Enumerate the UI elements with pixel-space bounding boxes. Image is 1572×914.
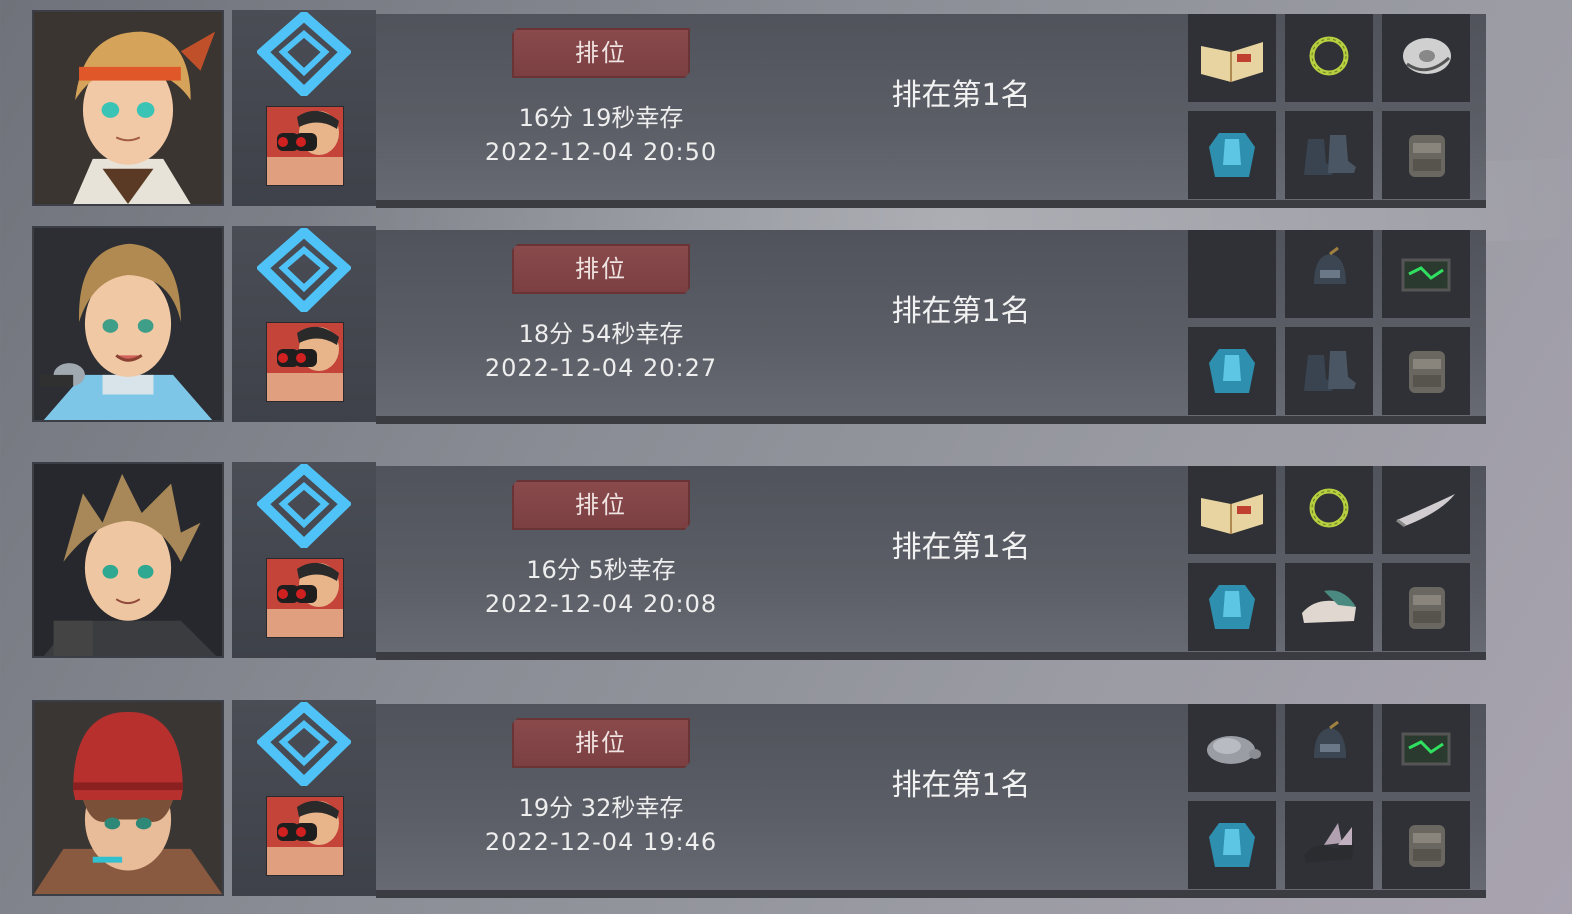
item-slot[interactable] <box>1188 466 1276 554</box>
equipment-grid <box>1188 704 1478 890</box>
match-record[interactable]: 排位 18分 54秒幸存 2022-12-04 20:27 排在第1名 <box>32 226 1492 424</box>
item-slot[interactable] <box>1285 14 1373 102</box>
item-slot[interactable] <box>1188 704 1276 792</box>
rank-diamond-icon <box>257 464 351 548</box>
match-record[interactable]: 排位 19分 32秒幸存 2022-12-04 19:46 排在第1名 <box>32 700 1492 898</box>
item-slot[interactable] <box>1188 327 1276 415</box>
item-slot[interactable] <box>1188 801 1276 889</box>
boots-icon <box>1304 135 1356 175</box>
armor-icon <box>1209 133 1255 177</box>
item-slot[interactable] <box>1382 563 1470 651</box>
item-slot[interactable] <box>1382 704 1470 792</box>
binoculars-skill-icon <box>266 796 344 876</box>
armor-icon <box>1209 823 1255 867</box>
record-panel: 排位 18分 54秒幸存 2022-12-04 20:27 排在第1名 <box>376 230 1486 424</box>
match-record[interactable]: 排位 16分 19秒幸存 2022-12-04 20:50 排在第1名 <box>32 10 1492 208</box>
backpack-icon <box>1409 351 1445 393</box>
armor-icon <box>1209 349 1255 393</box>
chip-icon <box>1401 258 1451 292</box>
placement-text: 排在第1名 <box>891 294 1031 329</box>
survival-time: 19分 32秒幸存 <box>518 794 684 822</box>
equipment-grid <box>1188 14 1478 200</box>
blade-icon <box>1396 494 1455 528</box>
item-slot[interactable] <box>1188 563 1276 651</box>
mode-icon-column <box>232 700 376 896</box>
item-slot[interactable] <box>1188 111 1276 199</box>
match-record[interactable]: 排位 16分 5秒幸存 2022-12-04 20:08 排在第1名 <box>32 462 1492 660</box>
character-portrait <box>32 10 224 206</box>
sneakers-icon <box>1302 590 1356 623</box>
equipment-grid <box>1188 230 1478 416</box>
item-slot[interactable] <box>1285 466 1373 554</box>
backpack-icon <box>1409 135 1445 177</box>
placement-text: 排在第1名 <box>891 78 1031 113</box>
equipment-grid <box>1188 466 1478 652</box>
turtle-icon <box>1207 736 1261 764</box>
book-icon <box>1201 494 1263 534</box>
character-portrait <box>32 462 224 658</box>
item-slot[interactable] <box>1382 327 1470 415</box>
item-slot[interactable] <box>1285 563 1373 651</box>
record-panel: 排位 19分 32秒幸存 2022-12-04 19:46 排在第1名 <box>376 704 1486 898</box>
placement-text: 排在第1名 <box>891 768 1031 803</box>
survival-time: 16分 19秒幸存 <box>518 104 684 132</box>
disc-icon <box>1403 38 1451 74</box>
mode-icon-column <box>232 10 376 206</box>
record-panel: 排位 16分 19秒幸存 2022-12-04 20:50 排在第1名 <box>376 14 1486 208</box>
item-slot[interactable] <box>1285 801 1373 889</box>
match-history-list: 排位 16分 19秒幸存 2022-12-04 20:50 排在第1名 排位 1… <box>0 0 1572 914</box>
match-date: 2022-12-04 20:27 <box>484 354 718 382</box>
mode-icon-column <box>232 226 376 422</box>
helmet-icon <box>1314 720 1346 758</box>
chip-icon <box>1401 732 1451 766</box>
match-date: 2022-12-04 19:46 <box>484 828 718 856</box>
rank-diamond-icon <box>257 12 351 96</box>
mode-badge: 排位 <box>512 718 690 768</box>
backpack-icon <box>1409 825 1445 867</box>
mode-badge: 排位 <box>512 244 690 294</box>
armor-icon <box>1209 585 1255 629</box>
binoculars-skill-icon <box>266 558 344 638</box>
boots-icon <box>1304 351 1356 391</box>
laurel-icon <box>1309 488 1349 528</box>
item-slot[interactable] <box>1285 327 1373 415</box>
survival-time: 18分 54秒幸存 <box>518 320 684 348</box>
wing-boots-icon <box>1304 823 1354 863</box>
mode-icon-column <box>232 462 376 658</box>
binoculars-skill-icon <box>266 106 344 186</box>
record-panel: 排位 16分 5秒幸存 2022-12-04 20:08 排在第1名 <box>376 466 1486 660</box>
character-portrait <box>32 226 224 422</box>
item-slot[interactable] <box>1188 14 1276 102</box>
item-slot[interactable] <box>1382 14 1470 102</box>
item-slot[interactable] <box>1285 230 1373 318</box>
binoculars-skill-icon <box>266 322 344 402</box>
item-slot[interactable] <box>1382 111 1470 199</box>
laurel-icon <box>1309 36 1349 76</box>
item-slot[interactable] <box>1382 801 1470 889</box>
book-icon <box>1201 42 1263 82</box>
helmet-icon <box>1314 246 1346 284</box>
item-slot[interactable] <box>1382 466 1470 554</box>
match-date: 2022-12-04 20:50 <box>484 138 718 166</box>
placement-text: 排在第1名 <box>891 530 1031 565</box>
item-slot[interactable] <box>1285 111 1373 199</box>
item-slot[interactable] <box>1285 704 1373 792</box>
backpack-icon <box>1409 587 1445 629</box>
rank-diamond-icon <box>257 702 351 786</box>
survival-time: 16分 5秒幸存 <box>526 556 676 584</box>
match-date: 2022-12-04 20:08 <box>484 590 718 618</box>
item-slot[interactable] <box>1382 230 1470 318</box>
rank-diamond-icon <box>257 228 351 312</box>
mode-badge: 排位 <box>512 480 690 530</box>
mode-badge: 排位 <box>512 28 690 78</box>
empty-slot[interactable] <box>1188 230 1276 318</box>
character-portrait <box>32 700 224 896</box>
